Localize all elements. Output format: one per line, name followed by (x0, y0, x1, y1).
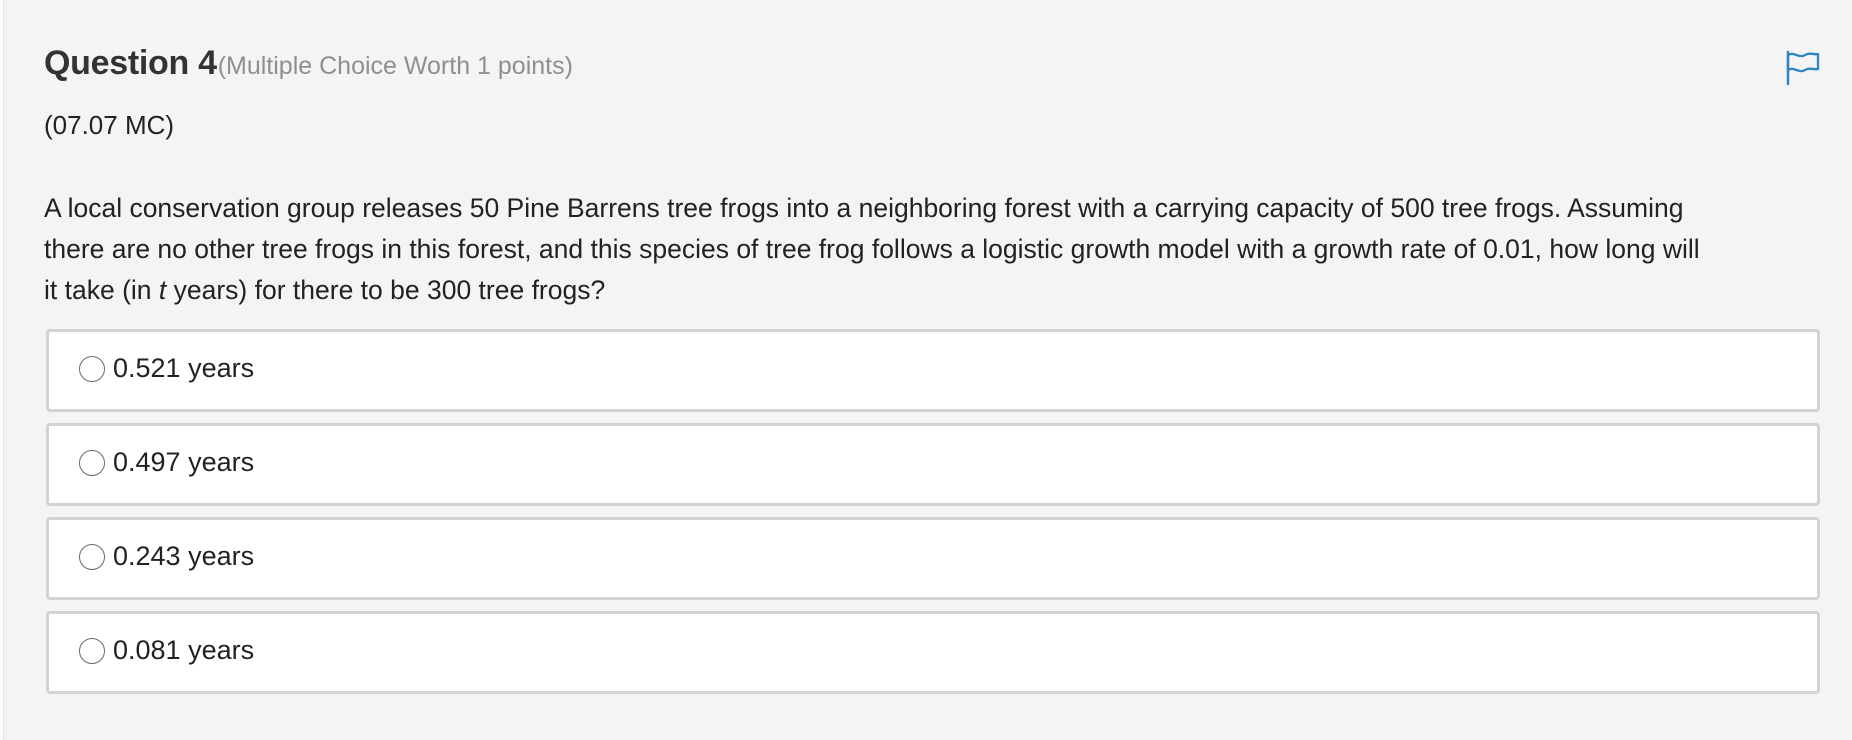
answer-choice-label: 0.497 years (113, 447, 255, 477)
question-text-line: there are no other tree frogs in this fo… (44, 234, 1700, 264)
question-text: A local conservation group releases 50 P… (44, 188, 1834, 311)
question-text-part: years) for there to be 300 tree frogs? (166, 275, 606, 305)
answer-choice-label: 0.521 years (113, 353, 255, 383)
question-panel: Question 4 (Multiple Choice Worth 1 point… (3, 0, 1852, 740)
answer-choice-label: 0.243 years (113, 541, 255, 571)
question-worth: (Multiple Choice Worth 1 points) (217, 52, 573, 80)
question-code: (07.07 MC) (44, 110, 175, 140)
answer-choice[interactable]: 0.521 years (46, 329, 1820, 412)
flag-icon (1786, 50, 1820, 86)
answer-choice[interactable]: 0.243 years (46, 517, 1820, 600)
radio-button[interactable] (79, 544, 105, 570)
answer-choice-label: 0.081 years (113, 635, 255, 665)
answer-choices: 0.521 years 0.497 years 0.243 years 0.08… (46, 329, 1820, 705)
radio-button[interactable] (79, 450, 105, 476)
answer-choice[interactable]: 0.081 years (46, 611, 1820, 694)
question-title: Question 4 (44, 44, 217, 82)
question-header: Question 4 (Multiple Choice Worth 1 point… (44, 44, 573, 88)
answer-choice[interactable]: 0.497 years (46, 423, 1820, 506)
radio-button[interactable] (79, 638, 105, 664)
question-text-line: A local conservation group releases 50 P… (44, 193, 1684, 223)
flag-question-button[interactable] (1782, 49, 1822, 87)
question-text-line: it take (in t years) for there to be 300… (44, 270, 1834, 311)
question-text-part: it take (in (44, 275, 159, 305)
radio-button[interactable] (79, 356, 105, 382)
